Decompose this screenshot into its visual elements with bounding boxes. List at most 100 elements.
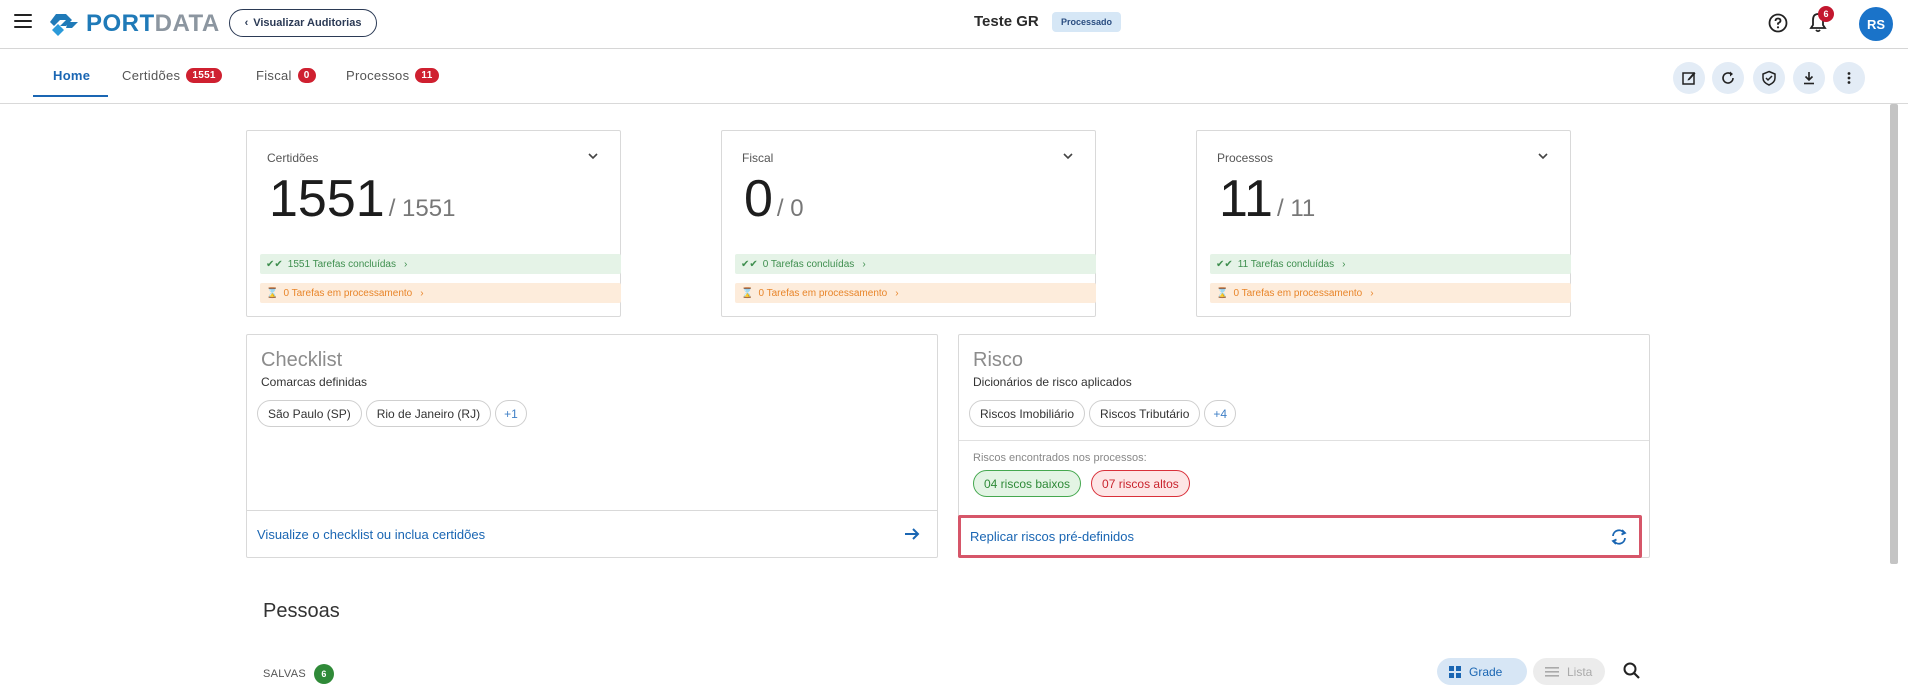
tasks-done-label: 11 Tarefas concluídas <box>1237 258 1335 270</box>
chevron-right-icon: › <box>862 258 866 270</box>
view-checklist-link[interactable]: Visualize o checklist ou inclua certidõe… <box>247 510 937 557</box>
grid-view-label: Grade <box>1469 664 1503 679</box>
comarca-chip[interactable]: São Paulo (SP) <box>257 400 362 427</box>
help-icon[interactable] <box>1767 12 1789 34</box>
notification-count-badge: 6 <box>1818 6 1834 22</box>
checklist-subtitle: Comarcas definidas <box>261 375 368 389</box>
shield-check-icon <box>1762 70 1776 86</box>
comarcas-chips: São Paulo (SP) Rio de Janeiro (RJ) +1 <box>257 400 527 427</box>
edit-button[interactable] <box>1673 62 1705 94</box>
tab-certidoes-count: 1551 <box>186 68 222 83</box>
chevron-right-icon: › <box>895 287 899 299</box>
hamburger-menu-icon[interactable] <box>14 14 32 30</box>
stat-value: 1551 / 1551 <box>269 169 455 229</box>
reprocess-button[interactable] <box>1712 62 1744 94</box>
logo-mark-icon <box>50 14 78 36</box>
stat-value-main: 11 <box>1219 170 1273 228</box>
stat-value-total: / 11 <box>1276 195 1316 222</box>
top-bar: PORTDATA ‹ Visualizar Auditorias Teste G… <box>0 0 1908 49</box>
comarca-chip[interactable]: Rio de Janeiro (RJ) <box>365 400 492 427</box>
tab-certidoes[interactable]: Certidões 1551 <box>122 68 222 83</box>
more-comarcas-chip[interactable]: +1 <box>495 400 527 427</box>
back-to-audits-label: Visualizar Auditorias <box>253 17 362 29</box>
checklist-title: Checklist <box>261 349 343 371</box>
tab-fiscal[interactable]: Fiscal 0 <box>256 68 316 83</box>
divider <box>959 440 1649 441</box>
tasks-done-link[interactable]: ✔✔ 11 Tarefas concluídas › <box>1210 254 1571 274</box>
tab-processos-label: Processos <box>346 68 410 83</box>
tab-home-label: Home <box>53 68 91 83</box>
list-view-button[interactable]: Lista <box>1533 658 1605 685</box>
tasks-processing-link[interactable]: ⌛ 0 Tarefas em processamento › <box>1210 283 1571 303</box>
hourglass-icon: ⌛ <box>266 287 279 299</box>
more-vertical-icon <box>1847 72 1851 84</box>
stat-value-total: / 1551 <box>388 195 456 222</box>
hourglass-icon: ⌛ <box>741 287 754 299</box>
list-view-label: Lista <box>1567 664 1593 679</box>
back-to-audits-button[interactable]: ‹ Visualizar Auditorias <box>229 9 377 37</box>
tab-processos-count: 11 <box>415 68 439 83</box>
tasks-processing-label: 0 Tarefas em processamento <box>758 287 888 299</box>
tab-processos[interactable]: Processos 11 <box>346 68 439 83</box>
tab-fiscal-label: Fiscal <box>256 68 292 83</box>
tasks-processing-link[interactable]: ⌛ 0 Tarefas em processamento › <box>260 283 621 303</box>
replicate-risks-button[interactable]: Replicar riscos pré-definidos <box>958 515 1642 558</box>
grid-view-button[interactable]: Grade <box>1437 658 1527 685</box>
double-check-icon: ✔✔ <box>741 258 758 270</box>
chevron-left-icon: ‹ <box>244 17 249 29</box>
view-checklist-label: Visualize o checklist ou inclua certidõe… <box>257 526 486 542</box>
tabs-row: Home Certidões 1551 Fiscal 0 Processos 1… <box>0 49 1908 104</box>
certidoes-stat-card: Certidões 1551 / 1551 ✔✔ 1551 Tarefas co… <box>246 130 621 317</box>
sync-icon <box>1611 528 1627 545</box>
stat-label: Processos <box>1217 151 1274 165</box>
stat-value: 11 / 11 <box>1219 169 1315 229</box>
risco-subtitle: Dicionários de risco aplicados <box>973 375 1132 389</box>
tasks-processing-label: 0 Tarefas em processamento <box>283 287 413 299</box>
tab-certidoes-label: Certidões <box>122 68 181 83</box>
double-check-icon: ✔✔ <box>1216 258 1233 270</box>
download-button[interactable] <box>1793 62 1825 94</box>
arrow-right-icon <box>905 528 920 540</box>
tasks-done-link[interactable]: ✔✔ 0 Tarefas concluídas › <box>735 254 1096 274</box>
list-icon <box>1545 666 1559 677</box>
high-risks-badge[interactable]: 07 riscos altos <box>1091 470 1190 497</box>
edit-icon <box>1682 72 1696 85</box>
grid-icon <box>1449 665 1461 678</box>
processos-stat-card: Processos 11 / 11 ✔✔ 11 Tarefas concluíd… <box>1196 130 1571 317</box>
risk-dictionary-chip[interactable]: Riscos Imobiliário <box>969 400 1086 427</box>
portdata-logo[interactable]: PORTDATA <box>50 10 220 38</box>
chevron-down-icon[interactable] <box>1061 149 1075 163</box>
stat-label: Fiscal <box>742 151 774 165</box>
saved-people-label: SALVAS 6 <box>263 664 334 684</box>
chevron-right-icon: › <box>1370 287 1374 299</box>
chevron-right-icon: › <box>420 287 424 299</box>
checklist-card: Checklist Comarcas definidas São Paulo (… <box>246 334 938 558</box>
fiscal-stat-card: Fiscal 0 / 0 ✔✔ 0 Tarefas concluídas › ⌛… <box>721 130 1096 317</box>
more-dictionaries-chip[interactable]: +4 <box>1204 400 1237 427</box>
stat-value-total: / 0 <box>776 195 804 222</box>
tasks-processing-label: 0 Tarefas em processamento <box>1233 287 1363 299</box>
saved-count-badge: 6 <box>313 664 334 684</box>
low-risks-badge[interactable]: 04 riscos baixos <box>973 470 1082 497</box>
chevron-down-icon[interactable] <box>1536 149 1550 163</box>
more-options-button[interactable] <box>1833 62 1865 94</box>
user-avatar[interactable]: RS <box>1859 7 1893 41</box>
tasks-done-label: 1551 Tarefas concluídas <box>287 258 396 270</box>
page-title: Teste GR <box>974 13 1039 30</box>
status-badge: Processado <box>1052 12 1122 32</box>
pessoas-heading: Pessoas <box>263 600 340 622</box>
vertical-scrollbar[interactable] <box>1890 104 1898 564</box>
risk-dictionary-chip[interactable]: Riscos Tributário <box>1089 400 1201 427</box>
chevron-right-icon: › <box>1342 258 1346 270</box>
search-icon[interactable] <box>1622 661 1642 681</box>
tasks-done-link[interactable]: ✔✔ 1551 Tarefas concluídas › <box>260 254 621 274</box>
replicate-risks-label: Replicar riscos pré-definidos <box>970 529 1135 544</box>
chevron-down-icon[interactable] <box>586 149 600 163</box>
stat-value: 0 / 0 <box>744 169 804 229</box>
saved-label: SALVAS <box>263 668 306 680</box>
hourglass-icon: ⌛ <box>1216 287 1229 299</box>
tab-home[interactable]: Home <box>53 68 90 83</box>
tasks-processing-link[interactable]: ⌛ 0 Tarefas em processamento › <box>735 283 1096 303</box>
verify-button[interactable] <box>1753 62 1785 94</box>
double-check-icon: ✔✔ <box>266 258 283 270</box>
